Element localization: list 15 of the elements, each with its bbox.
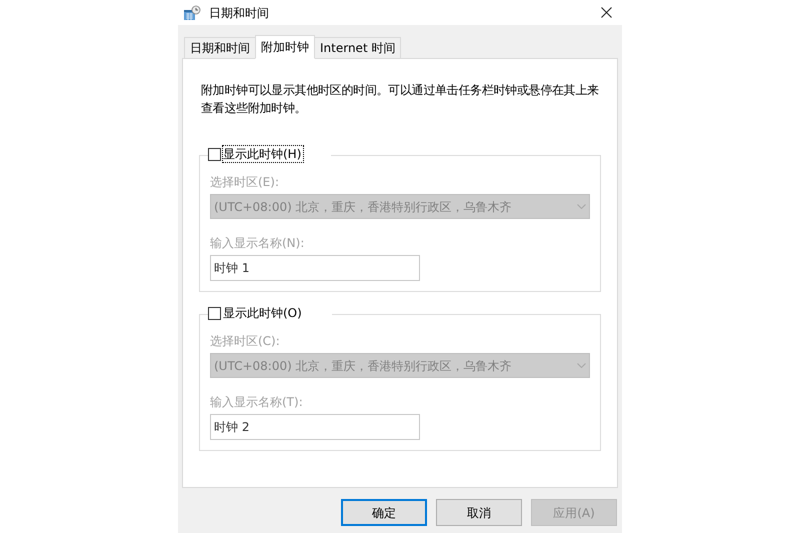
tab[interactable]: 附加时钟 (255, 35, 315, 59)
window-title: 日期和时间 (209, 4, 269, 22)
tab[interactable]: Internet 时间 (314, 37, 402, 58)
timezone-label: 选择时区(C): (210, 333, 281, 349)
dialog-button[interactable]: 确定 (341, 499, 427, 526)
dialog-button[interactable]: 取消 (436, 499, 522, 526)
chevron-down-icon (577, 363, 586, 368)
calendar-clock-icon (183, 4, 201, 20)
name-label: 输入显示名称(N): (210, 235, 306, 251)
close-icon[interactable] (601, 7, 612, 18)
chevron-down-icon (577, 204, 586, 209)
description-text: 附加时钟可以显示其他时区的时间。可以通过单击任务栏时钟或悬停在其上来查看这些附加时钟。 (200, 82, 600, 117)
timezone-label: 选择时区(E): (210, 174, 280, 190)
name-label: 输入显示名称(T): (210, 394, 304, 410)
tab[interactable]: 日期和时间 (184, 37, 256, 58)
